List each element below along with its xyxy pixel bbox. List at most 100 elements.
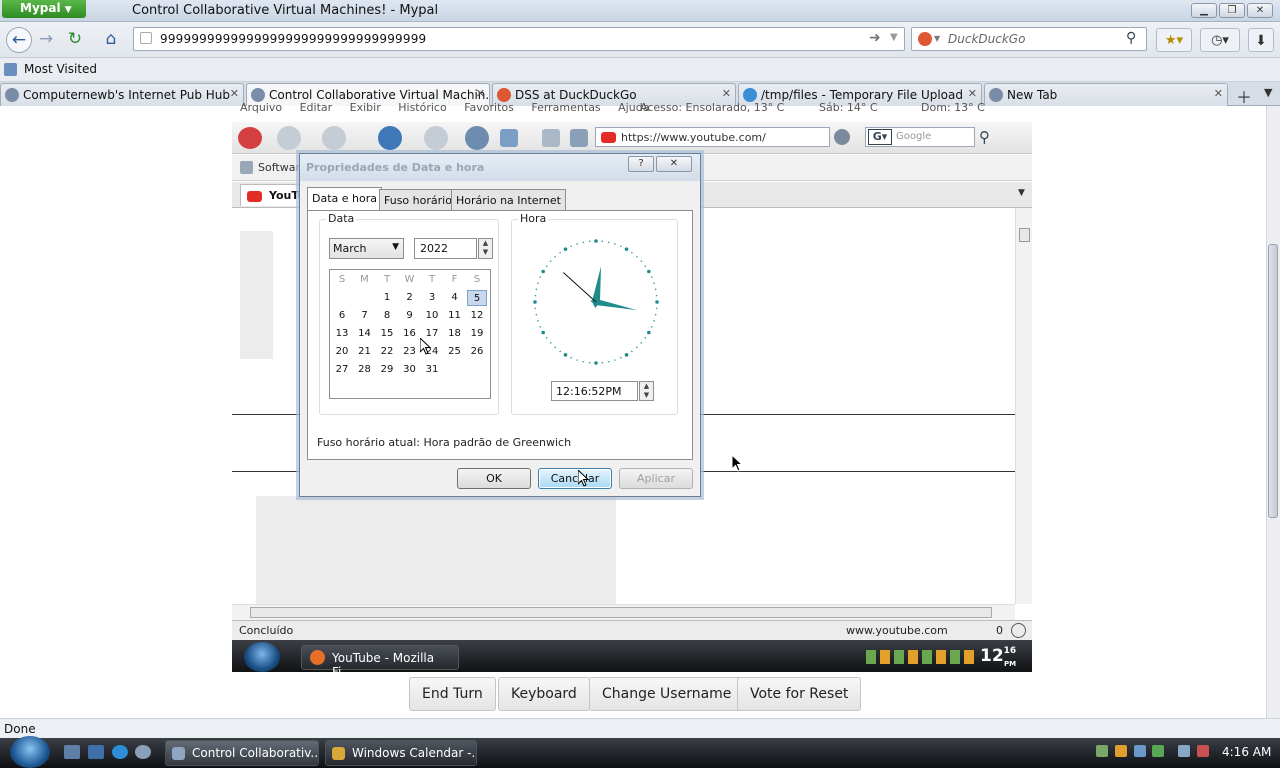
month-select[interactable]: March ▼: [329, 238, 404, 259]
close-tab-icon[interactable]: ✕: [1214, 87, 1223, 100]
system-clock[interactable]: 4:16 AM: [1222, 745, 1271, 759]
tray-app-icon[interactable]: [1152, 745, 1164, 757]
calendar-day[interactable]: 15: [377, 326, 397, 342]
vm-refresh-icon[interactable]: [378, 126, 402, 150]
vm-google-search[interactable]: G▾ Google: [865, 127, 975, 147]
taskbar-calendar-window[interactable]: Windows Calendar -...: [325, 740, 477, 766]
dialog-close-button[interactable]: ✕: [656, 156, 692, 172]
calendar-day[interactable]: 13: [332, 326, 352, 342]
calendar-day[interactable]: 27: [332, 362, 352, 378]
tray-shield-icon[interactable]: [1115, 745, 1127, 757]
vm-go-icon[interactable]: [834, 129, 850, 145]
show-desktop-icon[interactable]: [64, 745, 80, 759]
year-input[interactable]: 2022: [414, 238, 477, 259]
vm-taskbar-clock[interactable]: 1216 PM: [980, 646, 1016, 668]
minimize-button[interactable]: ▁: [1191, 3, 1217, 18]
calendar-day[interactable]: 8: [377, 308, 397, 324]
go-arrow-icon[interactable]: ➜: [869, 30, 881, 46]
calendar-day[interactable]: 30: [400, 362, 420, 378]
calendar-day[interactable]: 26: [467, 344, 487, 360]
calendar-day[interactable]: 20: [332, 344, 352, 360]
back-button[interactable]: ←: [6, 27, 32, 53]
calendar-day[interactable]: 18: [445, 326, 465, 342]
downloads-button[interactable]: ⬇: [1248, 28, 1274, 52]
engine-dropdown-icon[interactable]: ▼: [934, 34, 940, 43]
close-tab-icon[interactable]: ✕: [230, 87, 239, 100]
calendar-day[interactable]: 2: [400, 290, 420, 306]
search-input[interactable]: ▼ DuckDuckGo ⚲: [911, 27, 1147, 51]
history-button[interactable]: ◷▾: [1200, 28, 1240, 52]
vm-vertical-scrollbar[interactable]: [1015, 208, 1032, 604]
reload-button[interactable]: ↻: [62, 27, 88, 53]
switch-windows-icon[interactable]: [88, 745, 104, 759]
search-icon[interactable]: ⚲: [1126, 30, 1136, 46]
tab-list-icon[interactable]: ▼: [1264, 86, 1272, 99]
tab-new-tab[interactable]: New Tab ✕: [984, 83, 1228, 106]
calendar-day[interactable]: 21: [355, 344, 375, 360]
close-tab-icon[interactable]: ✕: [968, 87, 977, 100]
tray-volume-icon[interactable]: [1197, 745, 1209, 757]
tray-app-icon[interactable]: [1134, 745, 1146, 757]
calendar-day[interactable]: 31: [422, 362, 442, 378]
dialog-title-bar[interactable]: Propriedades de Data e hora ? ✕: [300, 154, 700, 181]
help-button[interactable]: ?: [628, 156, 654, 172]
calendar-day[interactable]: 29: [377, 362, 397, 378]
vm-taskbar-firefox[interactable]: YouTube - Mozilla Fi...: [301, 645, 459, 679]
calendar-day[interactable]: 5: [467, 290, 487, 306]
vm-stop-icon[interactable]: [424, 126, 448, 150]
forward-button[interactable]: →: [33, 27, 59, 53]
calendar-day[interactable]: 19: [467, 326, 487, 342]
close-tab-icon[interactable]: ✕: [722, 87, 731, 100]
calendar-grid[interactable]: S M T W T F S 1 2 3 4 5 6 7 8 9 10 11 12 13 14 15 16 17 18 19 20 21…: [329, 269, 491, 399]
vm-photo-icon[interactable]: [500, 129, 518, 147]
vm-horizontal-scrollbar[interactable]: [232, 604, 1015, 620]
calendar-day[interactable]: 4: [445, 290, 465, 306]
bookmarks-star-button[interactable]: ★▾: [1156, 28, 1192, 52]
ok-button[interactable]: OK: [457, 468, 531, 489]
calendar-day[interactable]: 9: [400, 308, 420, 324]
restore-button[interactable]: ❐: [1219, 3, 1245, 18]
tab-internet-time[interactable]: Horário na Internet: [451, 189, 566, 210]
vm-scroll-thumb[interactable]: [1019, 228, 1030, 242]
calendar-day[interactable]: 16: [400, 326, 420, 342]
vote-reset-button[interactable]: Vote for Reset: [737, 677, 862, 711]
calendar-day[interactable]: 25: [445, 344, 465, 360]
app-menu-button[interactable]: Mypal ▼: [2, 0, 86, 18]
home-button[interactable]: ⌂: [98, 27, 124, 53]
new-tab-plus-icon[interactable]: ＋: [1236, 84, 1252, 108]
time-spinner[interactable]: ▲ ▼: [639, 381, 654, 401]
spin-down-icon[interactable]: ▼: [644, 391, 649, 399]
calendar-day[interactable]: 12: [467, 308, 487, 324]
ie-quicklaunch-icon[interactable]: [112, 745, 128, 759]
calendar-day[interactable]: 1: [377, 290, 397, 306]
calendar-day[interactable]: 7: [355, 308, 375, 324]
spin-up-icon[interactable]: ▲: [483, 239, 488, 247]
change-username-button[interactable]: Change Username: [589, 677, 745, 711]
year-spinner[interactable]: ▲ ▼: [478, 238, 493, 259]
tab-date-time[interactable]: Data e hora: [307, 187, 382, 211]
calendar-day[interactable]: 28: [355, 362, 375, 378]
vm-start-button[interactable]: [244, 642, 280, 672]
tab-computernewb[interactable]: Computernewb's Internet Pub Hub ✕: [0, 83, 244, 106]
time-input[interactable]: 12:16:52PM: [551, 381, 638, 401]
apply-button[interactable]: Aplicar: [619, 468, 693, 489]
vm-pen-icon[interactable]: [570, 129, 588, 147]
tab-time-zone[interactable]: Fuso horário: [379, 189, 457, 210]
calendar-day[interactable]: 14: [355, 326, 375, 342]
tray-network-icon[interactable]: [1096, 745, 1108, 757]
tray-display-icon[interactable]: [1178, 745, 1190, 757]
spin-down-icon[interactable]: ▼: [483, 248, 488, 256]
calendar-day[interactable]: 3: [422, 290, 442, 306]
vm-hscroll-thumb[interactable]: [250, 607, 992, 618]
close-tab-icon[interactable]: ✕: [476, 87, 485, 100]
vm-tab-list-icon[interactable]: ▼: [1018, 188, 1025, 198]
spin-up-icon[interactable]: ▲: [644, 382, 649, 390]
most-visited-bookmark[interactable]: Most Visited: [24, 62, 97, 76]
end-turn-button[interactable]: End Turn: [409, 677, 496, 711]
quicklaunch-icon[interactable]: [135, 745, 151, 759]
calendar-day[interactable]: 22: [377, 344, 397, 360]
start-button[interactable]: [10, 736, 50, 768]
url-dropdown-icon[interactable]: ▼: [890, 32, 898, 43]
taskbar-browser-window[interactable]: Control Collaborativ...: [165, 740, 319, 766]
vm-home-icon[interactable]: [465, 126, 489, 150]
